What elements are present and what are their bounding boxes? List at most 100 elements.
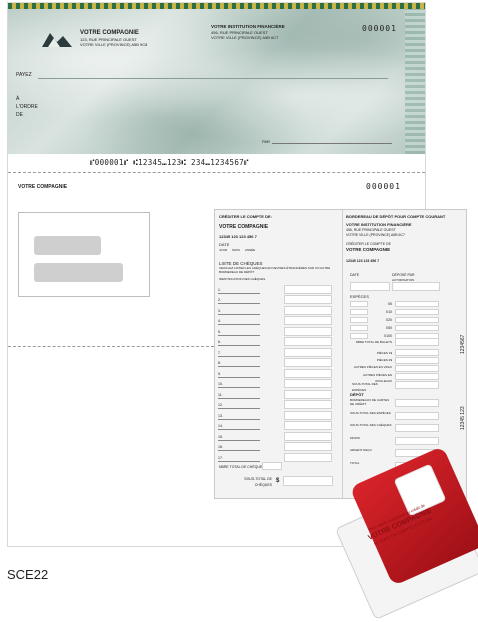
cheque-row: 12. bbox=[218, 399, 340, 409]
especes-count-box bbox=[350, 316, 368, 323]
cheque-row-label: 16. bbox=[218, 444, 260, 451]
cheque-row-label: 12. bbox=[218, 402, 260, 409]
cheque-row-label: 1. bbox=[218, 287, 260, 294]
cheque-row: 3. bbox=[218, 304, 340, 315]
cheque-row-amount bbox=[284, 326, 332, 336]
depot-row-label: SOUS-TOTAL DES ESPÈCES bbox=[350, 410, 391, 415]
cheque-row: 15. bbox=[218, 430, 340, 441]
cheque-row-amount bbox=[284, 295, 332, 304]
sous-total-cheques: SOUS-TOTAL DE CHÈQUES bbox=[244, 477, 272, 487]
especes-count-box bbox=[350, 308, 368, 315]
cheque-row-label: 11. bbox=[218, 392, 260, 399]
denomination-label: X10 bbox=[385, 309, 392, 314]
depose-par-box bbox=[392, 282, 440, 291]
depot-amount-box bbox=[395, 436, 439, 445]
cheque-row-amount bbox=[284, 347, 332, 357]
cheque-row-amount bbox=[284, 452, 332, 462]
cheque-row-label: 13. bbox=[218, 413, 260, 420]
security-border bbox=[8, 3, 425, 9]
cheque-row-amount bbox=[284, 421, 332, 430]
stub-cheque-number: 000001 bbox=[366, 182, 401, 191]
cheque-company-name: VOTRE COMPAGNIE bbox=[80, 30, 139, 36]
cheque-row-label: 3. bbox=[218, 308, 260, 315]
cheque-row-label: 7. bbox=[218, 350, 260, 357]
especes-amount-box bbox=[395, 316, 439, 323]
date-jour: JOUR bbox=[219, 248, 228, 252]
cheque-row-amount bbox=[284, 400, 332, 409]
slip-right-company: VOTRE COMPAGNIE bbox=[346, 247, 391, 252]
cheque-row-label: 2. bbox=[218, 297, 260, 304]
cheque-row-amount bbox=[284, 358, 332, 367]
cheque-row-amount bbox=[284, 379, 332, 388]
sous-total-box bbox=[283, 476, 333, 486]
cheque-row: 6. bbox=[218, 336, 340, 346]
cheque-row-label: 4. bbox=[218, 318, 260, 325]
ordre-label-3: DE bbox=[16, 112, 23, 118]
cheque-row: 13. bbox=[218, 409, 340, 420]
date-annee: ANNÉE bbox=[244, 248, 256, 252]
security-stripe bbox=[405, 9, 425, 154]
cheque-row-amount bbox=[284, 431, 332, 441]
cheque-row-label: 14. bbox=[218, 423, 260, 430]
slip-right-address-2: VOTRE VILLE (PROVINCE) A5B 6C7 bbox=[346, 233, 405, 237]
depot-row: BORDEREAUX DE CARTES DE CRÉDIT bbox=[350, 398, 440, 412]
cheque-row: 17. bbox=[218, 451, 340, 462]
slip-right-account: 12345 123 123 456 7 bbox=[346, 259, 380, 263]
signature-line bbox=[272, 143, 392, 144]
cheque-row-amount bbox=[284, 442, 332, 451]
cheque-row: 11. bbox=[218, 388, 340, 399]
cheque-row-amount bbox=[284, 284, 332, 294]
slip-divider bbox=[342, 210, 343, 498]
especes-amount-box bbox=[395, 324, 439, 331]
cheque-company-address-2: VOTRE VILLE (PROVINCE) A5B 9C8 bbox=[80, 42, 148, 47]
denomination-label: X20 bbox=[385, 317, 392, 322]
especes-rows: X5 X10 X20 X50 X100 bbox=[350, 300, 440, 340]
slip-left-account: 12345 123 123 456 7 bbox=[219, 234, 257, 239]
slip-right-date-label: DATE bbox=[350, 273, 360, 277]
right-date-box bbox=[350, 282, 390, 291]
perforation-line bbox=[8, 172, 425, 173]
cheque-row-label: 10. bbox=[218, 381, 260, 388]
especes-row: X10 bbox=[350, 308, 440, 315]
cheque-row-label: 8. bbox=[218, 360, 260, 367]
slip-right-title: BORDEREAU DE DÉPÔT POUR COMPTE COURANT bbox=[346, 214, 446, 219]
depot-row-label: TOTAL bbox=[350, 460, 360, 465]
especes-amount-box bbox=[395, 308, 439, 315]
cheque-row-amount bbox=[284, 410, 332, 420]
cheque-row: 16. bbox=[218, 441, 340, 451]
nb-total-cheques-box bbox=[262, 462, 282, 470]
cheque-row-amount bbox=[284, 389, 332, 399]
autres-pieces-label: AUTRES PIÈCES EN VRAC bbox=[353, 365, 392, 369]
cheque-row-amount bbox=[284, 368, 332, 378]
stub-company-name: VOTRE COMPAGNIE bbox=[18, 184, 68, 190]
especes-amount-column bbox=[395, 338, 439, 390]
nb-billets-label: NBRE TOTAL DE BILLETS bbox=[355, 340, 392, 344]
cheque-row-label: 5. bbox=[218, 329, 260, 336]
especes-count-box bbox=[350, 324, 368, 331]
cheque-row: 10. bbox=[218, 378, 340, 388]
depot-row-label: ARGENT REÇU bbox=[350, 448, 372, 452]
cheque-row-label: 6. bbox=[218, 339, 260, 346]
cheque-row: 2. bbox=[218, 294, 340, 304]
perforation-line-2 bbox=[8, 346, 214, 347]
especes-count-box bbox=[350, 300, 368, 307]
micr-line: ⑈000001⑈ ⑆12345⑉123⑆ 234⑉1234567⑈ bbox=[90, 158, 249, 167]
cheque-row-amount bbox=[284, 305, 332, 315]
denomination-label: X50 bbox=[385, 325, 392, 330]
side-number-2: 12345 123 bbox=[460, 406, 466, 430]
sous-total-dollar: $ bbox=[276, 478, 280, 484]
depot-row-label: MOINS bbox=[350, 435, 360, 440]
ordre-label-1: À bbox=[16, 96, 20, 102]
especes-amount-box bbox=[395, 300, 439, 307]
ordre-label-2: L'ORDRE bbox=[16, 104, 38, 110]
depot-row-label: BORDEREAUX DE CARTES DE CRÉDIT bbox=[350, 398, 389, 406]
pieces-2-label: PIÈCES 2$ bbox=[376, 358, 392, 362]
cheque-row-label: 9. bbox=[218, 371, 260, 378]
especes-row: X5 bbox=[350, 300, 440, 307]
cheque-row: 1. bbox=[218, 283, 340, 294]
depot-row: SOUS-TOTAL DES CHÈQUES bbox=[350, 423, 440, 437]
date-mois: MOIS bbox=[232, 248, 240, 252]
cheque-row-label: 15. bbox=[218, 434, 260, 441]
cheques-list-note: VEUILLEZ LISTER LES CHÈQUES EN DEVISES É… bbox=[219, 266, 331, 274]
nb-total-cheques: NBRE TOTAL DE CHÈQUES bbox=[219, 465, 265, 469]
